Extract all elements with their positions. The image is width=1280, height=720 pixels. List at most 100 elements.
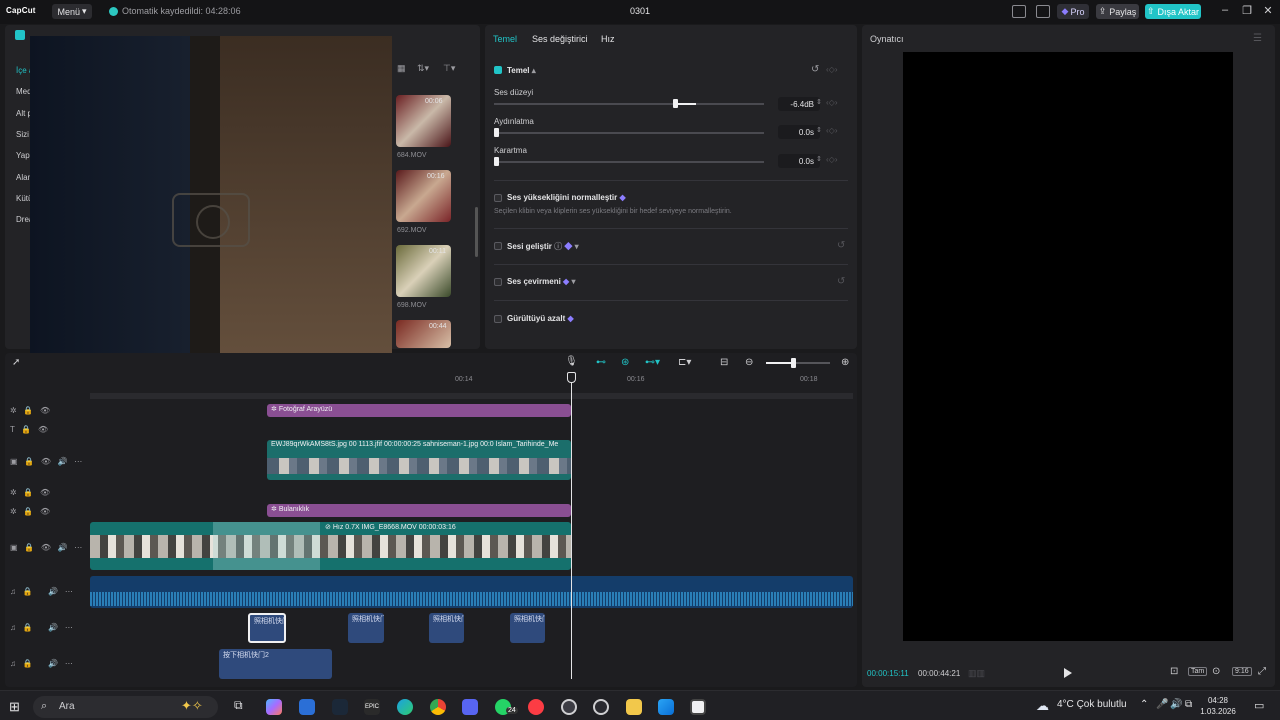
- fade-in-value[interactable]: 0.0s: [778, 125, 820, 139]
- aspect-ratio-button[interactable]: 9:16: [1232, 667, 1252, 676]
- fade-out-slider[interactable]: [494, 161, 764, 163]
- preview-axis-icon[interactable]: ⊏▾: [678, 357, 691, 368]
- keyframe-icon[interactable]: ‹◇›: [826, 98, 837, 107]
- denoise-checkbox[interactable]: [494, 315, 502, 323]
- snap-icon[interactable]: ⊷▾: [645, 357, 660, 368]
- waveform-icon[interactable]: ▥▥: [968, 668, 985, 679]
- app-icon[interactable]: [561, 699, 577, 715]
- sfx-clip[interactable]: 照相机快门: [429, 613, 464, 643]
- reset-icon[interactable]: ↺: [811, 64, 819, 75]
- effect-clip[interactable]: ✲ Bulanıklık: [267, 504, 571, 517]
- keyframe-icon[interactable]: ‹◇›: [826, 65, 837, 74]
- scrollbar[interactable]: [475, 207, 478, 257]
- fit-button[interactable]: Tam: [1188, 667, 1208, 676]
- zoom-out-icon[interactable]: ⊖: [745, 357, 753, 368]
- close-icon[interactable]: ✕: [1260, 4, 1276, 17]
- keyboard-icon[interactable]: [1036, 5, 1050, 18]
- chrome-icon[interactable]: [430, 699, 446, 715]
- pro-label: Pro: [1070, 6, 1085, 17]
- volume-icon[interactable]: 🔊: [1170, 699, 1182, 710]
- microphone-icon[interactable]: 🎙: [565, 356, 578, 367]
- system-clock[interactable]: 04:28 1.03.2026: [1200, 695, 1236, 717]
- fullscreen-preview-icon[interactable]: ⊙: [1212, 666, 1220, 677]
- file-explorer-icon[interactable]: [626, 699, 642, 715]
- hamburger-icon[interactable]: ☰: [1253, 33, 1262, 44]
- chevron-up-icon[interactable]: ⌃: [1140, 699, 1148, 710]
- track-header-fx: ✲ 🔒 👁: [10, 406, 51, 415]
- audio-clip[interactable]: [90, 576, 853, 608]
- share-button[interactable]: ⇪ Paylaş: [1096, 4, 1139, 19]
- capcut-taskbar-icon[interactable]: [690, 699, 706, 715]
- layout-icon[interactable]: [1012, 5, 1026, 18]
- windows-start-icon[interactable]: ⊞: [9, 699, 20, 715]
- timeline-scrollbar[interactable]: [90, 393, 853, 399]
- playhead-handle[interactable]: [567, 372, 576, 383]
- photos-icon[interactable]: [658, 699, 674, 715]
- copilot-icon[interactable]: [266, 699, 282, 715]
- volume-slider-handle[interactable]: [672, 99, 678, 108]
- sfx-clip[interactable]: 按下相机快门2: [219, 649, 332, 679]
- sidebar-item-ai[interactable]: Yap: [16, 151, 30, 160]
- zoom-slider-handle[interactable]: [791, 358, 796, 368]
- steam-icon[interactable]: [332, 699, 348, 715]
- link-toggle-icon[interactable]: ⊷: [596, 357, 606, 368]
- tab-basic[interactable]: Temel: [493, 34, 517, 44]
- volume-value[interactable]: -6.4dB: [778, 97, 820, 111]
- sfx-clip[interactable]: 照相机快门: [348, 613, 384, 643]
- caption-icon[interactable]: ⊟: [720, 357, 728, 368]
- display-icon[interactable]: ⧉: [1185, 699, 1192, 710]
- music-icon[interactable]: [528, 699, 544, 715]
- tab-speed[interactable]: Hız: [601, 34, 615, 44]
- basic-checkbox[interactable]: [494, 66, 502, 74]
- weather-widget[interactable]: 4°C Çok bulutlu: [1057, 699, 1127, 710]
- microphone-icon[interactable]: 🎤: [1156, 699, 1168, 710]
- export-button[interactable]: ⇧ Dışa Aktar: [1145, 4, 1201, 19]
- select-cursor-icon[interactable]: ➚: [12, 357, 20, 368]
- volume-slider[interactable]: [494, 103, 764, 105]
- webcam-overlay: [30, 36, 392, 404]
- crop-icon[interactable]: ⊡: [1170, 666, 1178, 677]
- keyframe-icon[interactable]: ‹◇›: [826, 155, 837, 164]
- tab-voice-changer[interactable]: Ses değiştirici: [532, 34, 588, 44]
- expand-icon[interactable]: ⤢: [1258, 666, 1266, 677]
- sidebar-item-yours[interactable]: Sizi: [16, 130, 29, 139]
- video-preview[interactable]: [903, 52, 1233, 641]
- taskbar-search[interactable]: ⌕ Ara ✦✧: [33, 696, 218, 718]
- outlook-icon[interactable]: [299, 699, 315, 715]
- fade-out-slider-handle[interactable]: [494, 157, 499, 166]
- notifications-icon[interactable]: ▭: [1254, 699, 1264, 712]
- magnet-icon[interactable]: ⊛: [621, 357, 629, 368]
- play-icon[interactable]: [1064, 668, 1072, 678]
- pro-button[interactable]: ◆ Pro: [1057, 4, 1089, 19]
- photo-clip[interactable]: EWJ89qrWkAMS8tS.jpg 00 1113.jfif 00:00:0…: [267, 440, 571, 480]
- filter-icon[interactable]: ⊤▾: [443, 63, 455, 74]
- enhance-checkbox[interactable]: [494, 242, 502, 250]
- zoom-in-icon[interactable]: ⊕: [841, 357, 849, 368]
- minimize-icon[interactable]: –: [1217, 4, 1233, 16]
- sfx-clip[interactable]: 照相机快门: [510, 613, 545, 643]
- edge-icon[interactable]: [397, 699, 413, 715]
- voice-convert-checkbox[interactable]: [494, 278, 502, 286]
- chatgpt-icon[interactable]: [593, 699, 609, 715]
- epic-games-icon[interactable]: EPIC: [364, 699, 380, 715]
- reset-icon[interactable]: ↺: [837, 240, 845, 251]
- sort-icon[interactable]: ⇅▾: [417, 63, 429, 74]
- media-icon[interactable]: [15, 30, 25, 40]
- normalize-checkbox[interactable]: [494, 194, 502, 202]
- maximize-icon[interactable]: ❐: [1239, 4, 1255, 17]
- task-view-icon[interactable]: ⧉: [234, 698, 243, 713]
- reset-icon[interactable]: ↺: [837, 276, 845, 287]
- stepper-icon[interactable]: ⇕: [816, 98, 822, 106]
- fade-in-slider[interactable]: [494, 132, 764, 134]
- fade-out-value[interactable]: 0.0s: [778, 154, 820, 168]
- discord-icon[interactable]: [462, 699, 478, 715]
- keyframe-icon[interactable]: ‹◇›: [826, 126, 837, 135]
- grid-view-icon[interactable]: ▦: [397, 63, 406, 74]
- stepper-icon[interactable]: ⇕: [816, 155, 822, 163]
- main-video-clip[interactable]: ⊘ Hız 0.7X IMG_E8668.MOV 00:00:03:16: [90, 522, 571, 570]
- stepper-icon[interactable]: ⇕: [816, 126, 822, 134]
- fade-in-slider-handle[interactable]: [494, 128, 499, 137]
- sfx-clip[interactable]: 照相机快门: [248, 613, 286, 643]
- menu-button[interactable]: Menü ▾: [52, 4, 92, 19]
- effect-clip[interactable]: ✲ Fotoğraf Arayüzü: [267, 404, 571, 417]
